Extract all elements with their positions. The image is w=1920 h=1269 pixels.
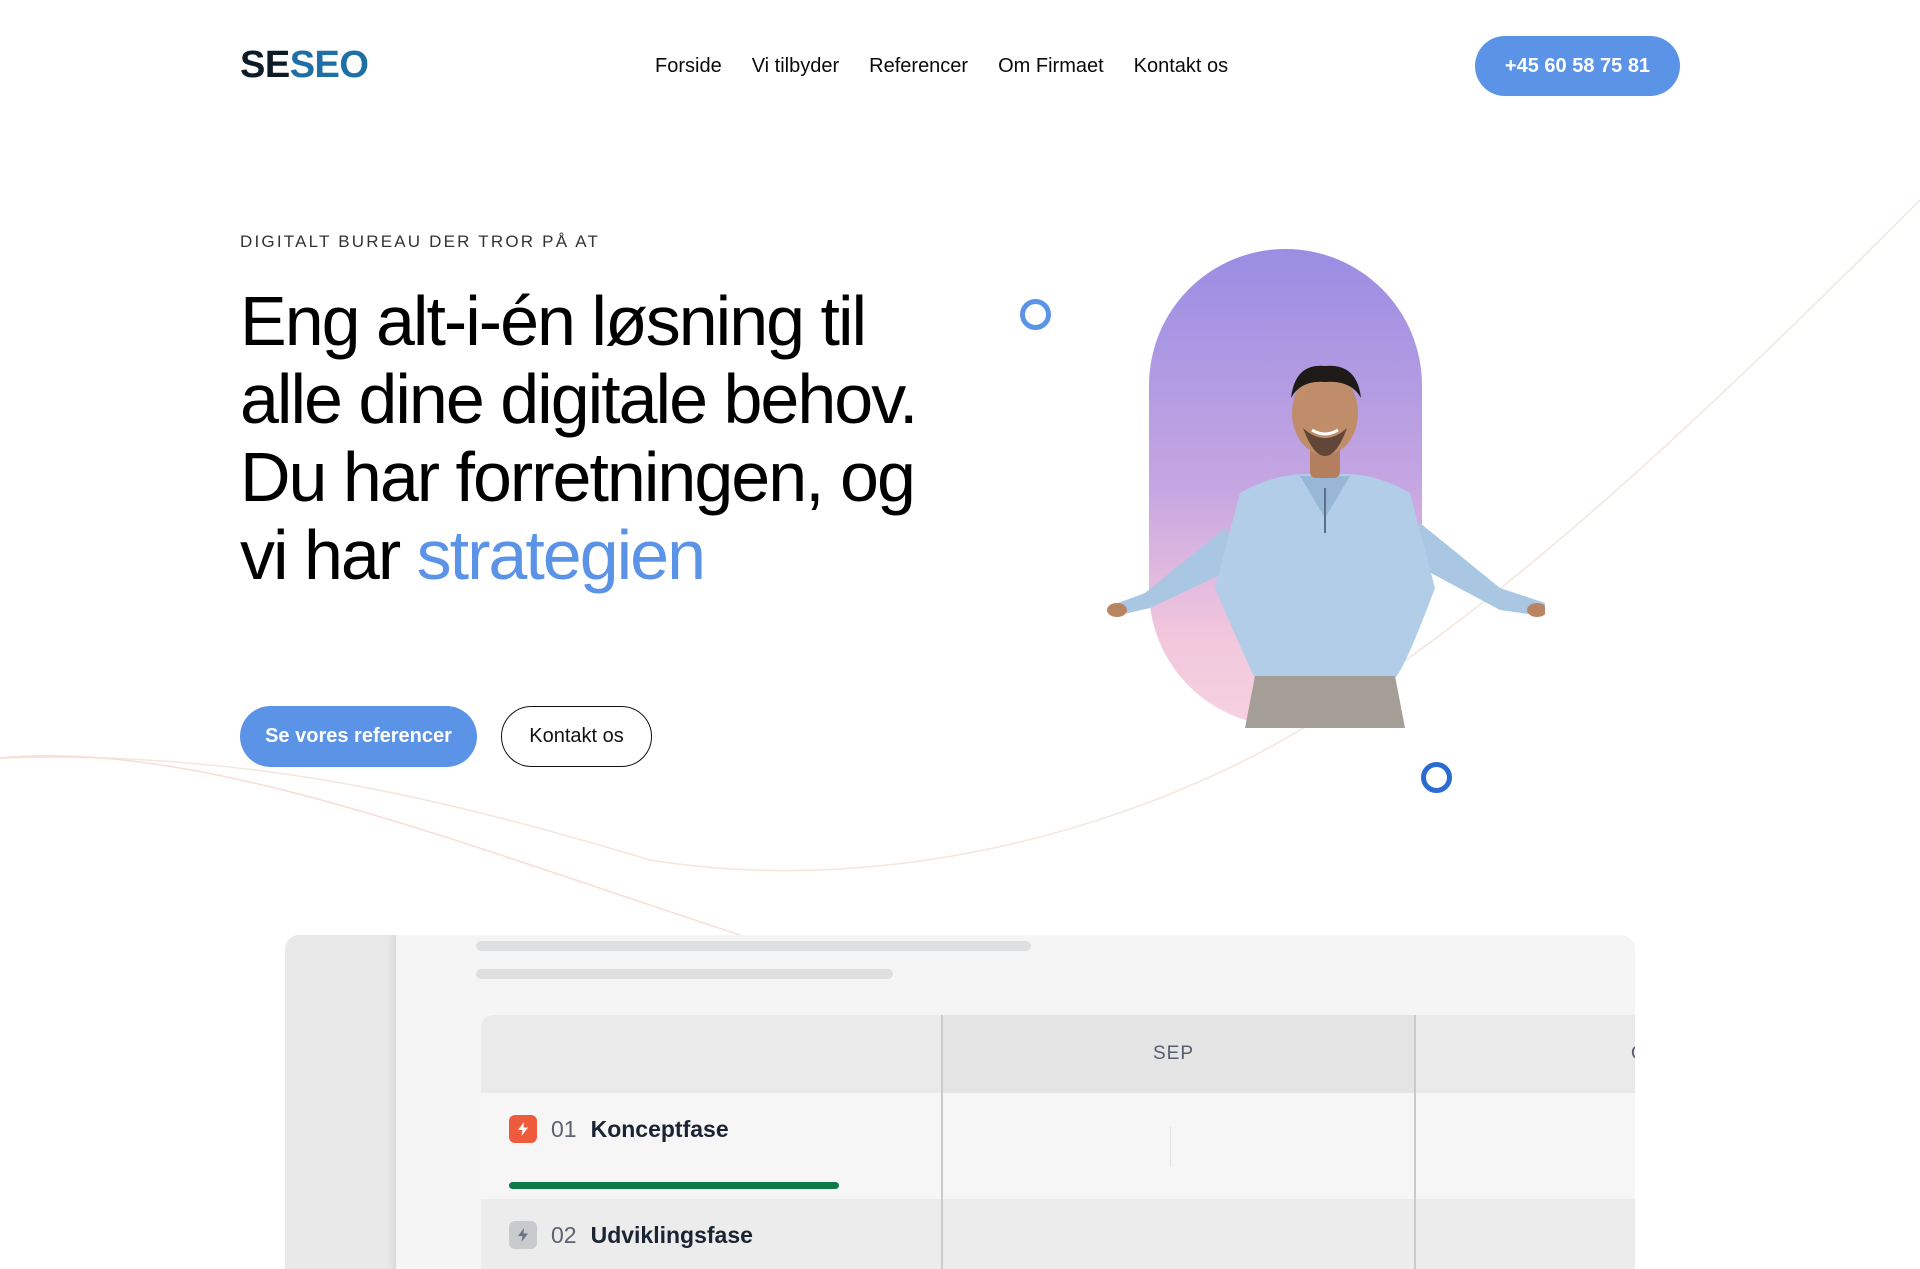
dashboard-sidebar (285, 935, 396, 1269)
decorative-ring-icon (1421, 762, 1452, 793)
gantt-divider (941, 1015, 943, 1269)
phase-name: Udviklingsfase (590, 1221, 753, 1248)
gantt-month-label-partial: O (1631, 1043, 1635, 1065)
phase-progress-bar (509, 1182, 839, 1189)
contact-button[interactable]: Kontakt os (501, 706, 652, 767)
logo-part-1: SE (240, 44, 290, 86)
decorative-ring-icon (1020, 299, 1051, 330)
phase-number: 01 (551, 1115, 577, 1142)
phone-button[interactable]: +45 60 58 75 81 (1475, 36, 1680, 96)
phase-row-konceptfase[interactable]: 01 Konceptfase (509, 1115, 729, 1143)
gantt-month-label: SEP (1153, 1043, 1195, 1064)
see-references-button[interactable]: Se vores referencer (240, 706, 477, 767)
hero-person-image (1107, 365, 1545, 728)
main-nav: Forside Vi tilbyder Referencer Om Firmae… (655, 55, 1228, 78)
lightning-icon (509, 1115, 537, 1143)
gantt-divider (1414, 1015, 1416, 1269)
nav-item-om-firmaet[interactable]: Om Firmaet (998, 55, 1104, 78)
nav-item-vi-tilbyder[interactable]: Vi tilbyder (752, 55, 839, 78)
logo[interactable]: SESEO (240, 44, 369, 87)
nav-item-kontakt-os[interactable]: Kontakt os (1134, 55, 1229, 78)
nav-item-forside[interactable]: Forside (655, 55, 722, 78)
dashboard-preview: SEP O 01 Konceptfase 02 Udviklingsfase (285, 935, 1635, 1269)
lightning-icon (509, 1221, 537, 1249)
phase-row-udviklingsfase[interactable]: 02 Udviklingsfase (509, 1221, 753, 1249)
gantt-tick (1170, 1127, 1171, 1167)
phase-name: Konceptfase (590, 1115, 729, 1142)
gantt-chart: SEP O 01 Konceptfase 02 Udviklingsfase (481, 1015, 1635, 1269)
nav-item-referencer[interactable]: Referencer (869, 55, 968, 78)
headline-highlight: strategien (416, 516, 706, 594)
skeleton-line (476, 941, 1031, 951)
skeleton-line (476, 969, 893, 979)
hero-headline: Eng alt-i-én løsning til alle dine digit… (240, 282, 920, 594)
hero-eyebrow: DIGITALT BUREAU DER TROR PÅ AT (240, 232, 601, 251)
logo-part-2: SEO (289, 44, 369, 86)
phase-number: 02 (551, 1221, 577, 1248)
